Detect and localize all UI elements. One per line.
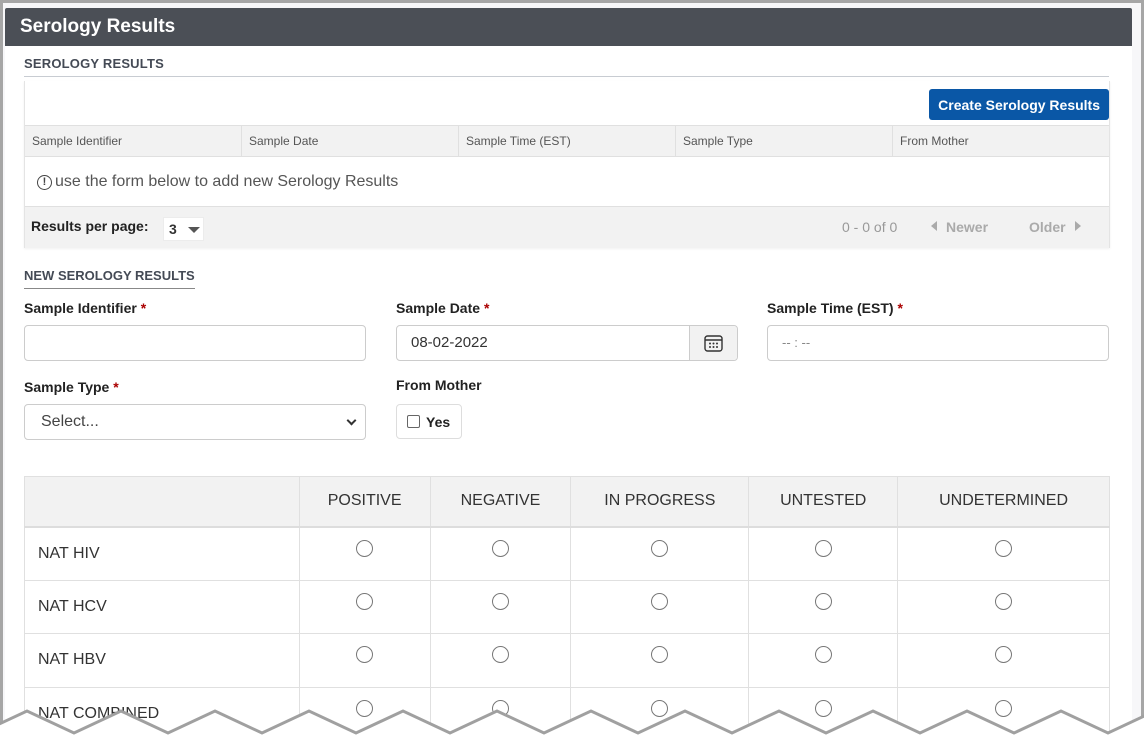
- radio-nat-hbv-undetermined[interactable]: [995, 646, 1012, 663]
- older-label: Older: [1029, 219, 1066, 235]
- column-header-sample-date[interactable]: Sample Date: [242, 126, 459, 156]
- cell: [299, 527, 430, 581]
- chevron-down-icon: [347, 416, 357, 426]
- empty-results-message: !use the form below to add new Serology …: [25, 157, 1109, 206]
- cell: [430, 580, 571, 634]
- matrix-column-in-progress: IN PROGRESS: [571, 477, 749, 527]
- caret-right-icon: [1075, 221, 1081, 231]
- cell: [299, 580, 430, 634]
- sample-type-label-text: Sample Type: [24, 379, 109, 395]
- caret-left-icon: [931, 221, 937, 231]
- radio-nat-hbv-positive[interactable]: [356, 646, 373, 663]
- serology-result-matrix: POSITIVE NEGATIVE IN PROGRESS UNTESTED U…: [24, 476, 1110, 739]
- sample-identifier-label-text: Sample Identifier: [24, 300, 137, 316]
- matrix-header-row: POSITIVE NEGATIVE IN PROGRESS UNTESTED U…: [25, 477, 1110, 527]
- cell: [898, 527, 1110, 581]
- results-per-page-select[interactable]: 3: [163, 217, 204, 241]
- sample-date-label-text: Sample Date: [396, 300, 480, 316]
- matrix-row: NAT HCV: [25, 580, 1110, 634]
- cell: [571, 580, 749, 634]
- row-label-nat-hiv: NAT HIV: [25, 527, 300, 581]
- matrix-column-positive: POSITIVE: [299, 477, 430, 527]
- results-section-title: SEROLOGY RESULTS: [24, 56, 1109, 77]
- cell: [898, 580, 1110, 634]
- matrix-row: NAT HIV: [25, 527, 1110, 581]
- info-circle-icon: !: [37, 175, 52, 190]
- results-table-card: Create Serology Results Sample Identifie…: [24, 81, 1110, 248]
- radio-nat-hcv-positive[interactable]: [356, 593, 373, 610]
- calendar-icon: [704, 335, 723, 352]
- newer-label: Newer: [946, 219, 988, 235]
- cell: [749, 580, 898, 634]
- matrix-column-untested: UNTESTED: [749, 477, 898, 527]
- matrix-row: NAT HBV: [25, 634, 1110, 688]
- radio-nat-hbv-negative[interactable]: [492, 646, 509, 663]
- column-header-sample-identifier[interactable]: Sample Identifier: [25, 126, 242, 156]
- results-per-page-value: 3: [169, 221, 177, 237]
- sample-date-value: 08-02-2022: [411, 326, 689, 360]
- cell: [749, 527, 898, 581]
- required-marker: *: [141, 300, 146, 316]
- sample-type-label: Sample Type *: [24, 379, 119, 395]
- from-mother-yes-label[interactable]: Yes: [426, 414, 450, 430]
- sample-date-input[interactable]: 08-02-2022: [396, 325, 738, 361]
- page-count: 0 - 0 of 0: [842, 219, 897, 235]
- panel-title: Serology Results: [5, 8, 1132, 46]
- sample-identifier-label: Sample Identifier *: [24, 300, 146, 316]
- row-label-nat-hbv: NAT HBV: [25, 634, 300, 688]
- radio-nat-hcv-untested[interactable]: [815, 593, 832, 610]
- sample-identifier-input[interactable]: [24, 325, 366, 361]
- radio-nat-hcv-undetermined[interactable]: [995, 593, 1012, 610]
- radio-nat-hbv-in-progress[interactable]: [651, 646, 668, 663]
- newer-page-button[interactable]: Newer: [931, 219, 988, 235]
- required-marker: *: [113, 379, 118, 395]
- serology-panel: Serology Results SEROLOGY RESULTS Create…: [5, 8, 1132, 739]
- cell: [299, 634, 430, 688]
- from-mother-checkbox[interactable]: [407, 415, 420, 428]
- radio-nat-hiv-undetermined[interactable]: [995, 540, 1012, 557]
- radio-nat-hiv-untested[interactable]: [815, 540, 832, 557]
- cell: [571, 527, 749, 581]
- create-serology-results-button[interactable]: Create Serology Results: [929, 89, 1109, 120]
- radio-nat-hcv-negative[interactable]: [492, 593, 509, 610]
- from-mother-checkbox-group[interactable]: Yes: [396, 404, 462, 439]
- older-page-button[interactable]: Older: [1029, 219, 1081, 235]
- required-marker: *: [897, 300, 902, 316]
- from-mother-label: From Mother: [396, 377, 482, 393]
- new-results-section-title: NEW SEROLOGY RESULTS: [24, 268, 195, 289]
- sample-type-selected: Select...: [41, 413, 99, 430]
- matrix-column-undetermined: UNDETERMINED: [898, 477, 1110, 527]
- sample-time-label: Sample Time (EST) *: [767, 300, 903, 316]
- cell: [430, 527, 571, 581]
- radio-nat-hcv-in-progress[interactable]: [651, 593, 668, 610]
- column-header-from-mother[interactable]: From Mother: [893, 126, 1109, 156]
- row-label-nat-hcv: NAT HCV: [25, 580, 300, 634]
- radio-nat-hiv-positive[interactable]: [356, 540, 373, 557]
- radio-nat-hiv-negative[interactable]: [492, 540, 509, 557]
- radio-nat-hiv-in-progress[interactable]: [651, 540, 668, 557]
- cell: [749, 634, 898, 688]
- column-header-sample-type[interactable]: Sample Type: [676, 126, 893, 156]
- matrix-column-negative: NEGATIVE: [430, 477, 571, 527]
- sample-date-label: Sample Date *: [396, 300, 489, 316]
- radio-nat-hbv-untested[interactable]: [815, 646, 832, 663]
- results-table-header: Sample Identifier Sample Date Sample Tim…: [25, 125, 1109, 157]
- calendar-button[interactable]: [689, 326, 737, 360]
- torn-edge-decoration: [0, 707, 1144, 739]
- sample-time-placeholder: -- : --: [782, 335, 810, 350]
- empty-message-text: use the form below to add new Serology R…: [55, 173, 398, 190]
- sample-time-input[interactable]: -- : --: [767, 325, 1109, 361]
- caret-down-icon: [188, 227, 200, 233]
- results-per-page-label: Results per page:: [31, 218, 148, 234]
- cell: [898, 634, 1110, 688]
- sample-type-select[interactable]: Select...: [24, 404, 366, 440]
- required-marker: *: [484, 300, 489, 316]
- matrix-corner: [25, 477, 300, 527]
- cell: [430, 634, 571, 688]
- column-header-sample-time[interactable]: Sample Time (EST): [459, 126, 676, 156]
- cell: [571, 634, 749, 688]
- results-pagination-bar: Results per page: 3 0 - 0 of 0 Newer Old…: [25, 206, 1109, 248]
- sample-time-label-text: Sample Time (EST): [767, 300, 894, 316]
